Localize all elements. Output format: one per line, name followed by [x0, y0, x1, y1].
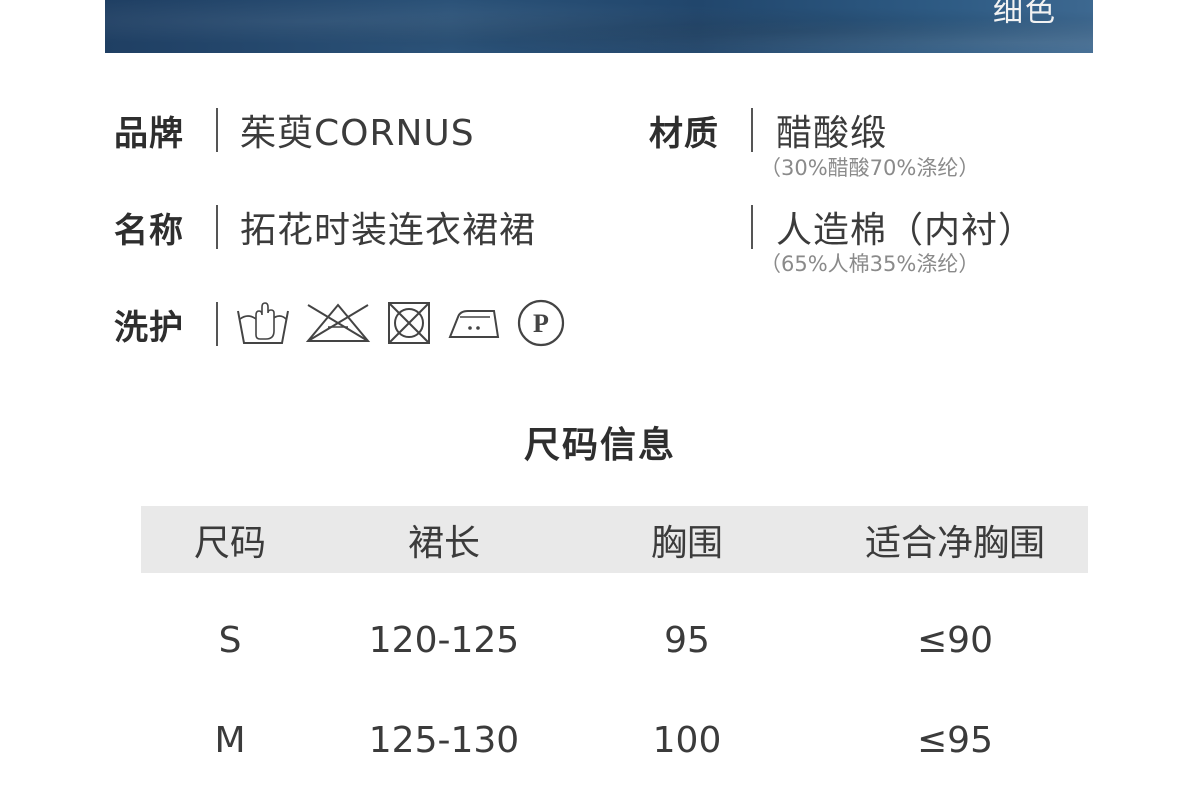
care-label: 洗护: [114, 308, 184, 348]
material-divider: [751, 108, 753, 152]
table-row: S 120-125 95 ≤90: [141, 590, 1088, 690]
material-label: 材质: [649, 114, 719, 154]
name-value: 拓花时装连衣裙裙: [240, 210, 537, 251]
header-fit-bust: 适合净胸围: [864, 522, 1045, 564]
cell-length: 120-125: [368, 619, 520, 661]
cell-bust: 100: [652, 719, 722, 761]
cell-fit-bust: ≤90: [917, 619, 993, 661]
hand-wash-icon: [237, 302, 289, 344]
do-not-tumble-dry-icon: [388, 302, 430, 344]
cell-size: M: [214, 719, 246, 761]
cell-length: 125-130: [368, 719, 520, 761]
care-icons: P: [236, 298, 580, 348]
name-label: 名称: [114, 211, 184, 251]
cell-bust: 95: [664, 619, 710, 661]
material-composition: （30%醋酸70%涤纶）: [760, 156, 980, 180]
color-label: 细色: [993, 0, 1057, 29]
lining-value: 人造棉（内衬）: [776, 210, 1036, 251]
lining-divider: [751, 205, 753, 249]
header-length: 裙长: [407, 522, 480, 564]
name-divider: [216, 205, 218, 249]
brand-value: 茱萸CORNUS: [240, 113, 475, 154]
brand-label: 品牌: [114, 114, 184, 154]
dry-clean-p-icon: P: [517, 299, 565, 347]
lining-composition: （65%人棉35%涤纶）: [760, 252, 980, 276]
product-photo-banner: 细色: [105, 0, 1093, 53]
table-row: M 125-130 100 ≤95: [141, 690, 1088, 790]
do-not-bleach-icon: [305, 303, 371, 342]
cell-size: S: [218, 619, 242, 661]
size-info-title: 尺码信息: [523, 425, 676, 466]
product-detail-page: 细色 品牌 茱萸CORNUS 材质 醋酸缎 （30%醋酸70%涤纶） 名称 拓花…: [0, 0, 1200, 800]
header-bust: 胸围: [650, 522, 723, 564]
size-table-header: 尺码 裙长 胸围 适合净胸围: [141, 506, 1088, 573]
dry-clean-letter: P: [533, 309, 549, 338]
iron-low-heat-icon: [448, 310, 500, 338]
brand-divider: [216, 108, 218, 152]
material-value: 醋酸缎: [776, 113, 888, 154]
size-table: 尺码 裙长 胸围 适合净胸围 S 120-125 95 ≤90 M 125-13…: [141, 506, 1088, 790]
cell-fit-bust: ≤95: [917, 719, 993, 761]
care-divider: [216, 302, 218, 346]
header-size: 尺码: [193, 522, 266, 564]
